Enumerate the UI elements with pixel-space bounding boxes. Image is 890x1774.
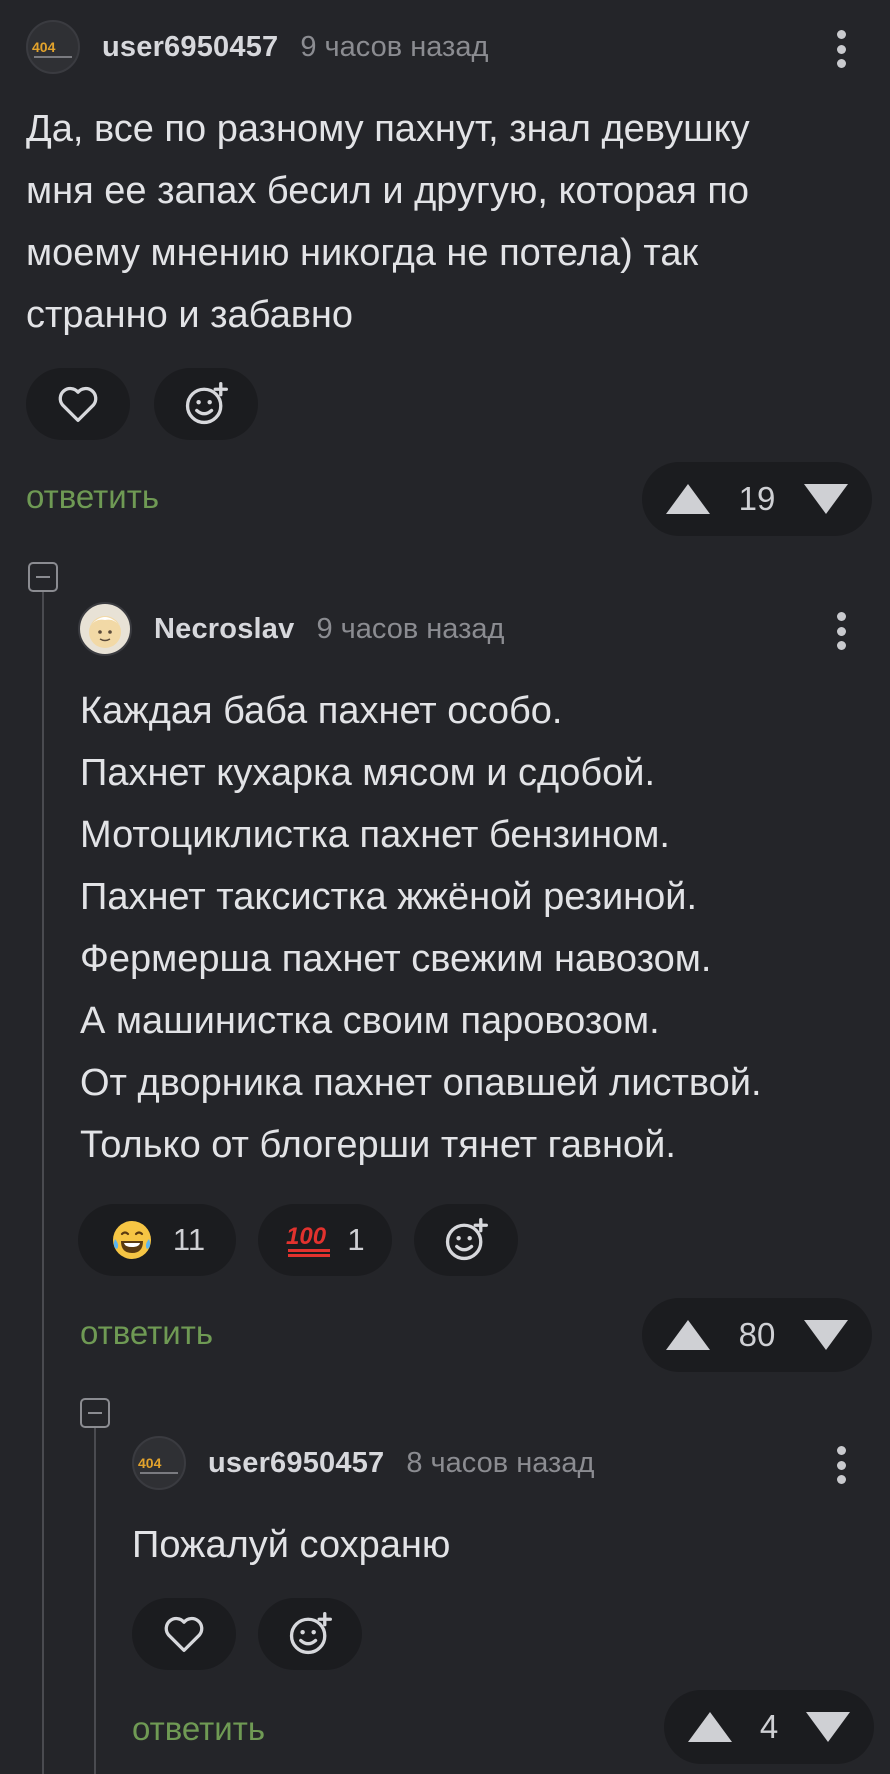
comment-header: 404 user6950457 8 часов назад <box>132 1436 594 1490</box>
add-reaction-button[interactable] <box>258 1598 362 1670</box>
rating: 4 <box>759 1708 779 1745</box>
username[interactable]: user6950457 <box>208 1447 384 1480</box>
heart-icon <box>164 1616 204 1652</box>
comment-text: Пожалуй сохраню <box>132 1524 451 1566</box>
downvote-icon[interactable] <box>805 1712 850 1742</box>
avatar-404-icon: 404 <box>138 1455 178 1474</box>
vote-widget: 4 <box>664 1690 874 1764</box>
like-button[interactable] <box>132 1598 236 1670</box>
add-emoji-icon <box>289 1612 332 1655</box>
timestamp: 8 часов назад <box>406 1446 595 1479</box>
reply-link[interactable]: ответить <box>132 1710 265 1748</box>
upvote-icon[interactable] <box>688 1712 732 1742</box>
comment: 404 user6950457 8 часов назад Пожалуй со… <box>0 0 890 1774</box>
avatar[interactable]: 404 <box>132 1436 186 1490</box>
svg-text:404: 404 <box>138 1455 162 1471</box>
more-options-icon[interactable] <box>826 1440 856 1490</box>
